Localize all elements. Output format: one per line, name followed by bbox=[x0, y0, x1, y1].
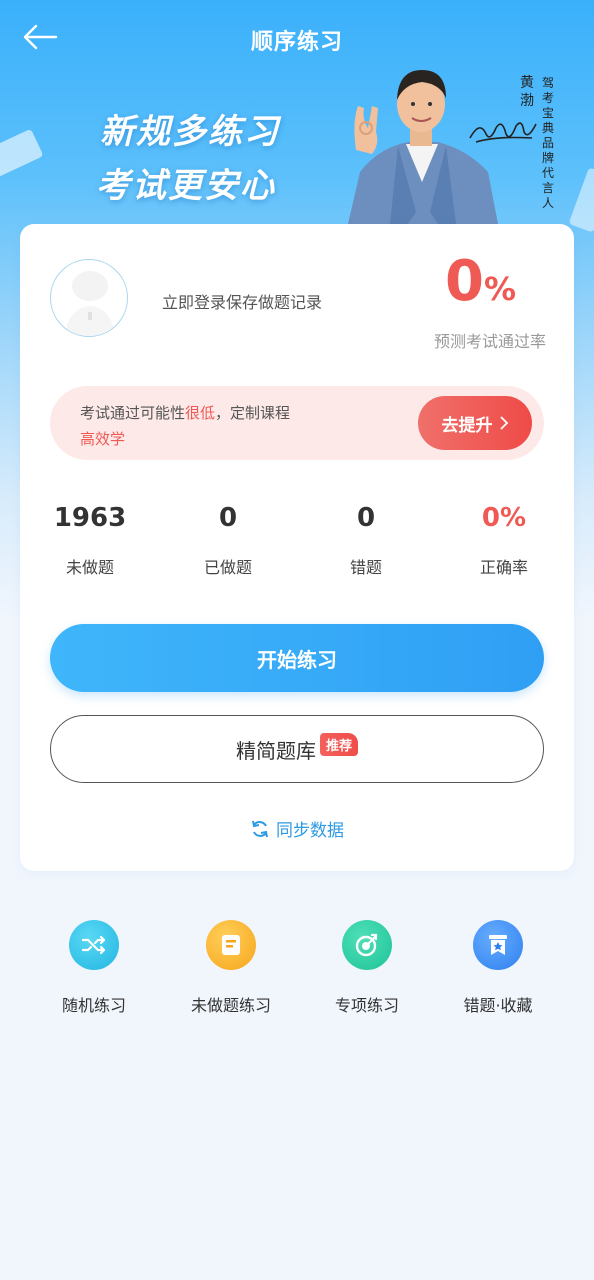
stat-value: 1963 bbox=[53, 503, 127, 533]
practice-card: 立即登录保存做题记录 0% 预测考试通过率 考试通过可能性很低，定制课程 高效学… bbox=[20, 224, 574, 871]
stat-value: 0% bbox=[481, 503, 527, 533]
pass-rate-number: 0 bbox=[444, 249, 484, 314]
page-title: 顺序练习 bbox=[250, 30, 343, 55]
chevron-right-icon bbox=[499, 416, 508, 430]
stat-done[interactable]: 0 已做题 bbox=[168, 500, 288, 578]
random-practice-button[interactable]: 随机练习 bbox=[24, 920, 164, 1016]
pass-rate-label: 预测考试通过率 bbox=[433, 332, 546, 351]
avatar[interactable] bbox=[50, 259, 128, 337]
sync-data-link[interactable]: 同步数据 bbox=[20, 816, 574, 841]
stat-value: 0 bbox=[356, 503, 376, 533]
stat-label: 未做题 bbox=[65, 558, 114, 577]
quick-icon-circle bbox=[69, 920, 119, 970]
stat-label: 错题 bbox=[349, 558, 382, 577]
mistakes-favorites-button[interactable]: 错题·收藏 bbox=[428, 920, 568, 1016]
stat-undone[interactable]: 1963 未做题 bbox=[30, 500, 150, 578]
spokesperson-role: 驾考宝典品牌代言人 bbox=[541, 76, 554, 210]
tip-text-part: 考试通过可能性 bbox=[80, 404, 186, 422]
banner-slogan: 考试更安心 bbox=[96, 166, 276, 206]
stat-accuracy: 0% 正确率 bbox=[444, 500, 564, 578]
quick-label: 未做题练习 bbox=[190, 996, 271, 1015]
pass-rate-value: 0% bbox=[445, 252, 516, 312]
stat-label: 正确率 bbox=[479, 558, 528, 577]
decor-shape bbox=[568, 167, 594, 233]
pass-rate-unit: % bbox=[483, 270, 516, 308]
stat-value: 0 bbox=[218, 503, 238, 533]
lite-button-label: 精简题库 bbox=[235, 738, 316, 763]
quick-label: 专项练习 bbox=[334, 996, 399, 1015]
stat-label: 已做题 bbox=[203, 558, 252, 577]
improve-button-label: 去提升 bbox=[441, 415, 493, 436]
target-icon bbox=[355, 933, 378, 957]
spokesperson-name: 黄渤 bbox=[520, 75, 534, 109]
recommend-badge: 推荐 bbox=[319, 732, 358, 756]
user-placeholder-icon bbox=[65, 271, 115, 336]
decor-shape bbox=[0, 128, 44, 182]
quick-icon-circle bbox=[342, 920, 392, 970]
quick-label: 随机练习 bbox=[61, 996, 126, 1015]
topic-practice-button[interactable]: 专项练习 bbox=[297, 920, 437, 1016]
sync-label: 同步数据 bbox=[276, 821, 344, 841]
shuffle-icon bbox=[81, 935, 106, 955]
login-prompt[interactable]: 立即登录保存做题记录 bbox=[162, 289, 322, 313]
stat-wrong[interactable]: 0 错题 bbox=[306, 500, 426, 578]
quick-icon-circle bbox=[473, 920, 523, 970]
refresh-icon bbox=[252, 820, 268, 837]
bookmark-icon bbox=[489, 935, 507, 955]
tip-highlight: 很低 bbox=[185, 404, 216, 422]
tip-text-part: ，定制课程 bbox=[215, 404, 291, 422]
document-icon bbox=[222, 935, 240, 955]
improve-button[interactable]: 去提升 bbox=[418, 396, 532, 450]
signature-image bbox=[469, 122, 537, 143]
quick-icon-circle bbox=[206, 920, 256, 970]
tip-text: 考试通过可能性很低，定制课程 高效学 bbox=[80, 400, 380, 452]
tip-text-line2: 高效学 bbox=[80, 430, 126, 448]
top-bar: 顺序练习 bbox=[0, 0, 594, 80]
banner-slogan: 新规多练习 bbox=[100, 112, 280, 152]
stats-row: 1963 未做题 0 已做题 0 错题 0% 正确率 bbox=[20, 500, 574, 590]
improve-tip-banner: 考试通过可能性很低，定制课程 高效学 去提升 bbox=[50, 386, 544, 460]
start-practice-button[interactable]: 开始练习 bbox=[50, 624, 544, 692]
quick-label: 错题·收藏 bbox=[463, 996, 533, 1015]
undone-practice-button[interactable]: 未做题练习 bbox=[161, 920, 301, 1016]
lite-question-bank-button[interactable]: 精简题库 推荐 bbox=[50, 715, 544, 783]
